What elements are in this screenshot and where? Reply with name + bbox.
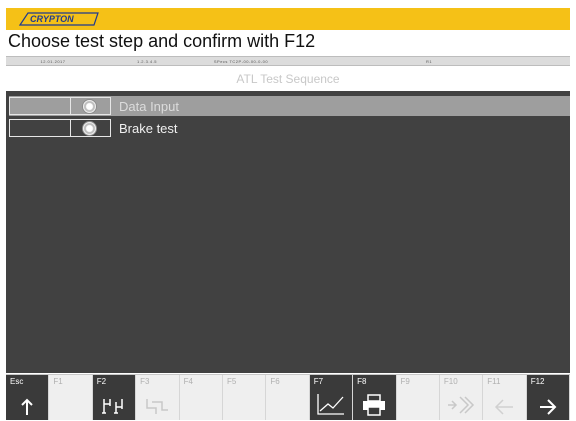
sequence-title: ATL Test Sequence [6,66,570,92]
key-label: F12 [530,377,545,386]
key-label: F11 [487,377,501,386]
step-cell [9,97,71,115]
key-label: F10 [443,377,458,386]
key-label: F9 [400,377,410,386]
f12-key[interactable]: F12 [526,375,571,420]
f1-key[interactable]: F1 [49,375,93,420]
step-cell [9,119,71,137]
svg-text:CRYPTON: CRYPTON [30,14,74,24]
key-label: Esc [10,377,24,386]
step-label: Data Input [119,98,179,114]
key-label: F1 [53,377,63,386]
status-line: 12.01.2017 1.2.3.4.5 SPecs TC2P-00-00-0-… [6,56,570,66]
status-field: 12.01.2017 [40,58,66,64]
status-field: SPecs TC2P-00-00-0-00 [213,58,269,64]
step-row-data-input[interactable]: Data Input [9,96,570,116]
f5-key[interactable]: F5 [222,375,267,420]
sequence-icon [146,399,169,414]
status-field: R1 [425,58,433,64]
f3-key[interactable]: F3 [136,375,180,420]
arrow-right-icon [539,399,557,415]
key-label: F4 [183,377,193,386]
key-label: F5 [226,377,237,386]
printer-icon [363,394,386,416]
instruction-text: Choose test step and confirm with F12 [8,31,316,51]
f6-key[interactable]: F6 [266,375,310,420]
f4-key[interactable]: F4 [179,375,223,420]
esc-key[interactable]: Esc [6,375,50,420]
forward-icon [448,396,475,414]
status-field: 1.2.3.4.5 [136,58,158,64]
f2-key[interactable]: F2 [92,375,137,420]
radio-button[interactable] [82,99,97,114]
crypton-logo: CRYPTON [18,12,99,26]
f8-key[interactable]: F8 [353,375,397,420]
chart-icon [317,394,344,415]
arrow-left-icon [495,399,514,415]
key-label: F7 [313,377,324,386]
radio-button[interactable] [82,121,97,136]
f11-key[interactable]: F11 [483,375,527,420]
key-label: F6 [270,377,280,386]
key-label: F2 [96,377,107,386]
sequence-edit-icon [101,399,123,414]
brand-bar: CRYPTON [6,8,570,30]
step-label: Brake test [119,120,178,136]
key-label: F3 [140,377,150,386]
step-cell [71,97,111,115]
f7-key[interactable]: F7 [309,375,354,420]
arrow-up-icon [21,398,33,415]
step-cell [71,119,111,137]
test-step-list: Data Input Brake test [6,91,570,373]
key-label: F8 [357,377,367,386]
f10-key[interactable]: F10 [439,375,484,420]
function-key-bar: Esc F1 F2 F3 F4 F5 F6 F7 F8 F9 F10 F11 F… [6,374,571,420]
step-row-brake-test[interactable]: Brake test [9,118,570,138]
f9-key[interactable]: F9 [396,375,440,420]
